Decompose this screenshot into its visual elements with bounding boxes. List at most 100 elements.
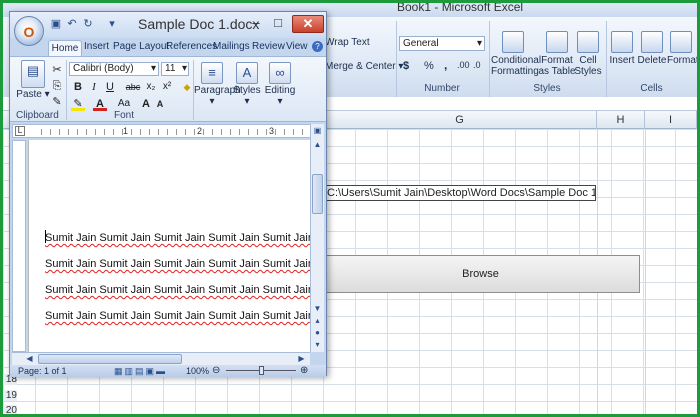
insert-cells-icon: [611, 31, 633, 53]
column-header-g[interactable]: G: [323, 111, 597, 129]
vertical-scroll-thumb[interactable]: [312, 174, 323, 214]
doc-line[interactable]: Sumit Jain Sumit Jain Sumit Jain Sumit J…: [45, 284, 310, 296]
decrease-decimal-button[interactable]: .0: [473, 60, 481, 70]
chevron-down-icon: ▾: [181, 63, 187, 74]
styles-icon: A: [236, 62, 258, 84]
binoculars-icon: ∞: [269, 62, 291, 84]
paragraph-button[interactable]: ≡ Paragraph ▾: [194, 62, 241, 107]
styles-group-label: Styles: [533, 83, 561, 94]
font-group-label: Font: [114, 110, 135, 121]
vertical-ruler[interactable]: [12, 140, 26, 352]
font-size-dropdown[interactable]: 11 ▾: [161, 62, 189, 76]
next-page-icon[interactable]: ▾: [312, 340, 323, 350]
increase-decimal-button[interactable]: .00: [457, 60, 470, 70]
conditional-formatting-button[interactable]: Conditional Formatting: [491, 31, 541, 77]
zoom-out-icon[interactable]: ⊖: [212, 365, 220, 376]
select-browse-object-icon[interactable]: ●: [312, 328, 323, 338]
font-name-dropdown[interactable]: Calibri (Body) ▾: [69, 62, 159, 76]
file-path-cell[interactable]: C:\Users\Sumit Jain\Desktop\Word Docs\Sa…: [324, 185, 596, 201]
editing-button[interactable]: ∞ Editing ▾: [264, 62, 296, 107]
subscript-button[interactable]: x₂: [144, 80, 158, 94]
clear-formatting-icon[interactable]: ◆: [180, 80, 194, 94]
doc-line[interactable]: Sumit Jain Sumit Jain Sumit Jain Sumit J…: [45, 258, 310, 270]
home-ribbon: ▤ Paste ▾ ✂ ⎘ ✎ Clipboard Calibri (Body)…: [10, 56, 326, 122]
insert-cells-button[interactable]: Insert: [608, 31, 636, 66]
row-header-20[interactable]: 20: [3, 405, 17, 414]
word-window-title: Sample Doc 1.docx: [138, 16, 260, 32]
paragraph-icon: ≡: [201, 62, 223, 84]
browse-button[interactable]: Browse: [321, 255, 640, 293]
quick-access-toolbar: ▣ ↶ ↻ ▾: [50, 18, 120, 32]
doc-line[interactable]: Sumit Jain Sumit Jain Sumit Jain Sumit J…: [45, 310, 310, 322]
currency-button[interactable]: $: [403, 60, 409, 72]
tab-insert[interactable]: Insert: [84, 41, 109, 52]
page-count-status[interactable]: Page: 1 of 1: [18, 366, 67, 376]
merge-center-button[interactable]: Merge & Center ▾: [325, 61, 403, 72]
tab-review[interactable]: Review: [252, 41, 285, 52]
redo-icon[interactable]: ↻: [82, 18, 94, 30]
zoom-level[interactable]: 100%: [186, 366, 209, 376]
scroll-up-icon[interactable]: ▲: [312, 140, 323, 150]
highlight-color-icon[interactable]: ✎: [71, 97, 85, 111]
view-buttons[interactable]: ▦▥▤▣▬: [114, 366, 167, 377]
undo-icon[interactable]: ↶: [66, 18, 78, 30]
tab-selector-icon[interactable]: L: [15, 126, 25, 136]
change-case-button[interactable]: Aa: [115, 97, 133, 111]
cut-icon[interactable]: ✂: [50, 63, 64, 77]
ruler-toggle-icon[interactable]: ▣: [312, 126, 323, 136]
number-format-dropdown[interactable]: General ▾: [399, 36, 485, 51]
cell-styles-button[interactable]: Cell Styles: [573, 31, 603, 77]
status-bar: Page: 1 of 1 ▦▥▤▣▬ 100% ⊖ ⊕: [10, 365, 326, 377]
column-header-i[interactable]: I: [645, 111, 697, 129]
close-button[interactable]: ✕: [292, 15, 324, 33]
word-title-bar: ▣ ↶ ↻ ▾ Sample Doc 1.docx ‒ □ ✕: [10, 12, 326, 38]
strikethrough-button[interactable]: abc: [124, 80, 142, 94]
horizontal-ruler[interactable]: L 1 2 3: [12, 124, 312, 138]
scroll-down-icon[interactable]: ▼: [312, 304, 323, 314]
row-header-19[interactable]: 19: [3, 390, 17, 401]
format-cells-button[interactable]: Format: [667, 31, 697, 66]
percent-button[interactable]: %: [424, 60, 434, 72]
wrap-text-button[interactable]: Wrap Text: [325, 37, 370, 48]
zoom-in-icon[interactable]: ⊕: [300, 365, 308, 376]
previous-page-icon[interactable]: ▴: [312, 316, 323, 326]
styles-button[interactable]: A Styles ▾: [232, 62, 262, 107]
paste-button[interactable]: ▤ Paste ▾: [16, 60, 50, 100]
customize-toolbar-icon[interactable]: ▾: [106, 18, 118, 30]
scroll-left-icon[interactable]: ◀: [24, 354, 35, 364]
number-group-label: Number: [424, 83, 460, 94]
doc-line[interactable]: Sumit Jain Sumit Jain Sumit Jain Sumit J…: [45, 232, 310, 244]
horizontal-scroll-thumb[interactable]: [38, 354, 182, 364]
document-page[interactable]: Sumit Jain Sumit Jain Sumit Jain Sumit J…: [28, 140, 310, 352]
tab-view[interactable]: View: [286, 41, 308, 52]
grow-font-button[interactable]: A: [139, 97, 153, 111]
italic-button[interactable]: I: [87, 80, 101, 94]
vertical-scrollbar[interactable]: ▣ ▲ ▼ ▴ ● ▾: [310, 124, 324, 352]
tab-references[interactable]: References: [166, 41, 217, 52]
format-as-table-button[interactable]: Format as Table: [537, 31, 577, 77]
copy-icon[interactable]: ⎘: [50, 79, 64, 93]
cells-group-label: Cells: [640, 83, 663, 94]
format-painter-icon[interactable]: ✎: [50, 95, 64, 109]
maximize-button[interactable]: □: [268, 15, 288, 33]
zoom-slider-thumb[interactable]: [259, 366, 264, 375]
superscript-button[interactable]: x²: [160, 80, 174, 94]
chevron-down-icon: ▾: [150, 63, 156, 74]
tab-home[interactable]: Home: [48, 40, 82, 56]
minimize-button[interactable]: ‒: [246, 15, 266, 33]
delete-cells-button[interactable]: Delete: [637, 31, 667, 66]
bold-button[interactable]: B: [71, 80, 85, 94]
scroll-right-icon[interactable]: ▶: [296, 354, 307, 364]
text-cursor: [45, 230, 46, 243]
shrink-font-button[interactable]: A: [153, 97, 167, 111]
help-icon[interactable]: ?: [312, 41, 323, 52]
font-color-icon[interactable]: A: [93, 97, 107, 111]
tab-page-layout[interactable]: Page Layout: [113, 41, 169, 52]
word-window: ▣ ↶ ↻ ▾ Sample Doc 1.docx ‒ □ ✕ O Home I…: [9, 11, 327, 377]
underline-button[interactable]: U: [103, 80, 117, 94]
comma-button[interactable]: ,: [444, 58, 447, 72]
tab-mailings[interactable]: Mailings: [213, 41, 250, 52]
column-header-h[interactable]: H: [597, 111, 645, 129]
save-icon[interactable]: ▣: [50, 18, 62, 30]
horizontal-scrollbar[interactable]: ◀ ▶: [12, 352, 310, 365]
